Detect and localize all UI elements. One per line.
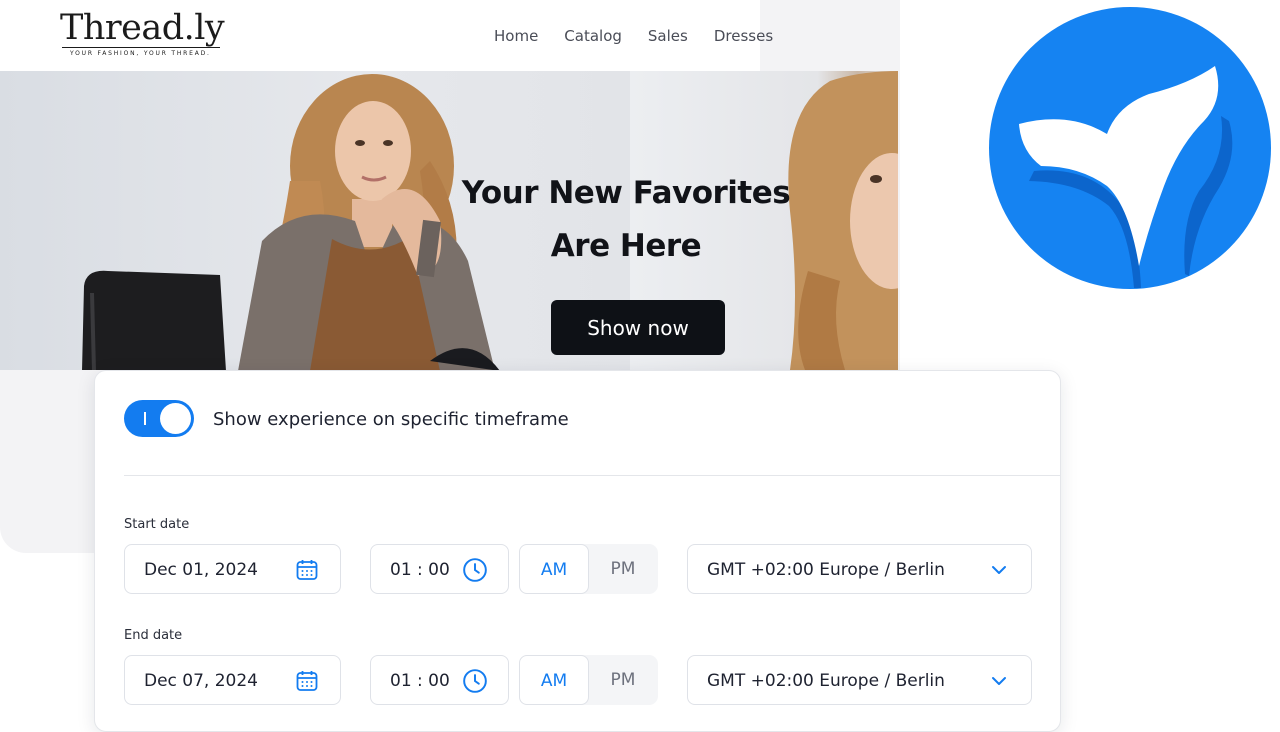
hero-title-line-1: Your New Favorites <box>461 175 791 211</box>
start-timezone-value: GMT +02:00 Europe / Berlin <box>707 560 945 580</box>
calendar-icon <box>296 671 318 691</box>
end-timezone-value: GMT +02:00 Europe / Berlin <box>707 671 945 691</box>
logo-tagline: YOUR FASHION, YOUR THREAD. <box>70 50 211 57</box>
start-time-value: 01 : 00 <box>390 560 450 580</box>
nav-sales[interactable]: Sales <box>648 26 688 46</box>
nav-home[interactable]: Home <box>494 26 538 46</box>
whale-tail-logo-icon <box>989 7 1271 289</box>
start-time-field[interactable]: 01 : 00 <box>370 544 509 594</box>
calendar-icon <box>296 560 318 580</box>
hero-banner: Your New Favorites Are Here Show now <box>0 71 898 370</box>
start-ampm-selector: AM PM <box>519 544 658 594</box>
end-timezone-select[interactable]: GMT +02:00 Europe / Berlin <box>687 655 1032 705</box>
end-am-option[interactable]: AM <box>519 655 589 705</box>
nav-dresses[interactable]: Dresses <box>714 26 773 46</box>
start-date-field[interactable]: Dec 01, 2024 <box>124 544 341 594</box>
nav-catalog[interactable]: Catalog <box>564 26 622 46</box>
start-am-option[interactable]: AM <box>519 544 589 594</box>
timeframe-toggle[interactable] <box>124 400 194 437</box>
site-header: Thread.ly YOUR FASHION, YOUR THREAD. Hom… <box>0 0 773 71</box>
site-nav: Home Catalog Sales Dresses <box>494 26 799 46</box>
toggle-on-indicator <box>144 412 146 425</box>
toggle-knob <box>160 403 191 434</box>
logo-underline <box>62 47 220 48</box>
timeframe-settings-card: Show experience on specific timeframe St… <box>94 370 1061 732</box>
start-timezone-select[interactable]: GMT +02:00 Europe / Berlin <box>687 544 1032 594</box>
clock-icon <box>463 669 487 693</box>
end-time-value: 01 : 00 <box>390 671 450 691</box>
card-divider <box>124 475 1060 476</box>
logo-name: Thread.ly <box>60 8 225 48</box>
end-date-value: Dec 07, 2024 <box>144 671 259 691</box>
end-time-field[interactable]: 01 : 00 <box>370 655 509 705</box>
end-pm-option[interactable]: PM <box>588 655 658 705</box>
chevron-down-icon <box>992 677 1006 685</box>
start-date-value: Dec 01, 2024 <box>144 560 259 580</box>
toggle-label: Show experience on specific timeframe <box>213 409 569 430</box>
end-ampm-selector: AM PM <box>519 655 658 705</box>
hero-title: Your New Favorites Are Here <box>440 167 812 273</box>
start-date-label: Start date <box>124 517 190 532</box>
chevron-down-icon <box>992 566 1006 574</box>
clock-icon <box>463 558 487 582</box>
hero-title-line-2: Are Here <box>550 228 702 264</box>
threadly-logo[interactable]: Thread.ly YOUR FASHION, YOUR THREAD. <box>60 8 230 62</box>
end-date-field[interactable]: Dec 07, 2024 <box>124 655 341 705</box>
start-pm-option[interactable]: PM <box>588 544 658 594</box>
end-date-label: End date <box>124 628 183 643</box>
show-now-button[interactable]: Show now <box>551 300 725 355</box>
